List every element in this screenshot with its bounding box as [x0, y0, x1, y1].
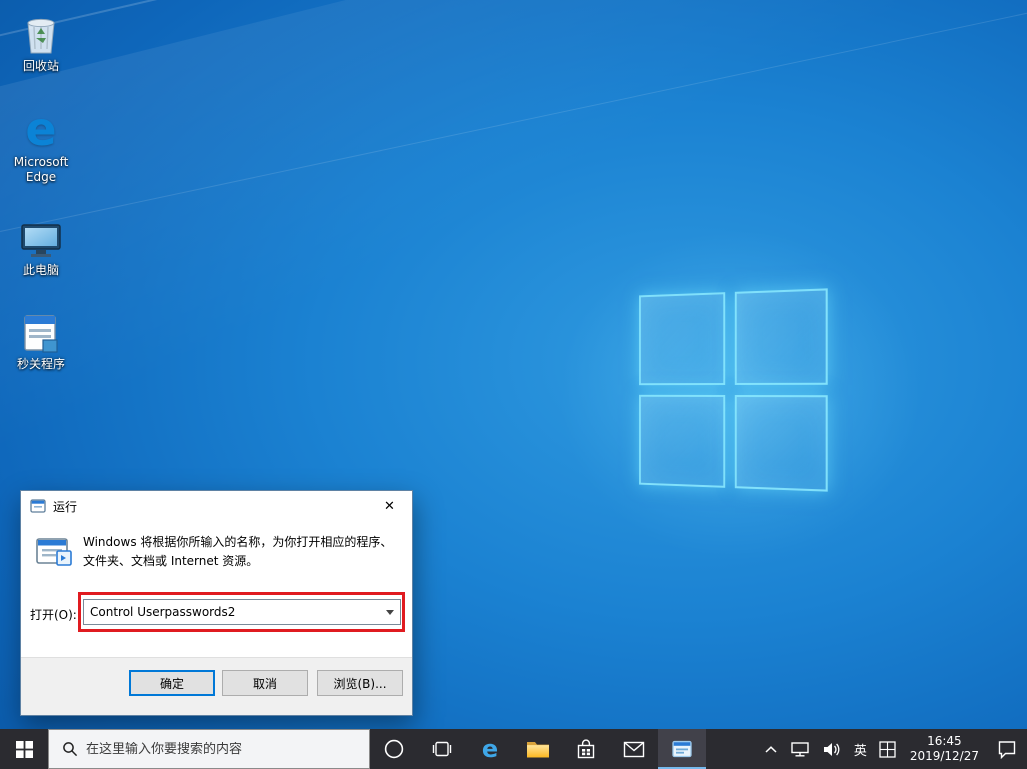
run-dialog-icon	[30, 499, 46, 513]
search-icon	[62, 741, 78, 757]
run-window-icon	[672, 740, 692, 758]
edge-icon: e	[481, 735, 499, 763]
tray-show-hidden-icons[interactable]	[758, 729, 784, 769]
notification-icon	[998, 740, 1016, 759]
search-input[interactable]	[86, 741, 369, 757]
cortana-icon	[384, 739, 404, 759]
windows-logo-pane	[639, 292, 726, 386]
cancel-button[interactable]: 取消	[222, 670, 308, 696]
volume-icon	[823, 742, 840, 756]
taskbar-active-app-run[interactable]	[658, 729, 706, 769]
tray-ime-mode-button[interactable]	[873, 729, 902, 769]
ok-button[interactable]: 确定	[129, 670, 215, 696]
tray-network-button[interactable]	[784, 729, 816, 769]
file-explorer-icon	[527, 742, 549, 758]
cortana-button[interactable]	[370, 729, 418, 769]
wallpaper-light-line	[0, 0, 1027, 49]
wallpaper-light-line	[0, 0, 1027, 232]
run-dialog: 运行 ✕ Windows 将根据你所输入的名称，为你打开相应的程序、文件夹、文档…	[20, 490, 413, 716]
mail-button[interactable]	[610, 729, 658, 769]
run-program-icon	[36, 538, 72, 566]
task-view-button[interactable]	[418, 729, 466, 769]
ime-grid-icon	[879, 740, 896, 758]
run-dialog-titlebar[interactable]: 运行 ✕	[21, 491, 412, 521]
browse-button[interactable]: 浏览(B)...	[317, 670, 403, 696]
open-combobox	[83, 599, 401, 625]
windows-logo-pane	[639, 394, 726, 488]
windows-start-icon	[15, 740, 33, 758]
wallpaper-windows-logo	[639, 288, 828, 492]
network-icon	[791, 741, 809, 757]
recycle-bin-icon	[5, 8, 77, 56]
action-center-button[interactable]	[987, 729, 1027, 769]
desktop-icon-recycle-bin[interactable]: 回收站	[5, 8, 77, 74]
taskbar: e	[0, 729, 1027, 769]
close-icon[interactable]: ✕	[367, 491, 412, 520]
this-pc-icon	[5, 212, 77, 260]
chevron-down-icon[interactable]	[380, 600, 400, 624]
chevron-up-icon	[765, 745, 777, 753]
ime-language-label: 英	[853, 743, 867, 759]
run-command-input[interactable]	[83, 599, 401, 625]
mail-icon	[623, 741, 645, 757]
tray-ime-indicator[interactable]: 英	[848, 729, 873, 769]
desktop-icon-program[interactable]: 秒关程序	[5, 306, 77, 372]
run-dialog-footer: 确定 取消 浏览(B)...	[21, 657, 412, 715]
taskbar-search-box[interactable]	[48, 729, 370, 769]
program-icon	[5, 306, 77, 354]
windows-logo-pane	[734, 395, 828, 492]
store-icon	[577, 738, 595, 758]
run-dialog-title: 运行	[53, 499, 78, 514]
edge-icon: e	[25, 102, 57, 156]
desktop-icon-this-pc[interactable]: 此电脑	[5, 212, 77, 278]
desktop-icon-label: 回收站	[22, 59, 59, 73]
clock-date: 2019/12/27	[909, 749, 979, 763]
tray-clock[interactable]: 16:45 2019/12/27	[902, 729, 987, 769]
windows-logo-pane	[734, 288, 828, 385]
wallpaper-light-beam	[0, 0, 1027, 474]
desktop-icon-edge[interactable]: e Microsoft Edge	[5, 104, 77, 185]
desktop-icon-label: 此电脑	[22, 263, 59, 277]
tray-volume-button[interactable]	[816, 729, 848, 769]
run-dialog-description: Windows 将根据你所输入的名称，为你打开相应的程序、文件夹、文档或 Int…	[83, 535, 393, 568]
task-view-icon	[432, 741, 452, 757]
desktop-icon-label: 秒关程序	[16, 357, 65, 371]
start-button[interactable]	[0, 729, 48, 769]
open-label: 打开(O):	[30, 608, 77, 622]
system-tray: 英 16:45 2019/12/27	[758, 729, 1027, 769]
desktop-icon-label: Microsoft Edge	[13, 155, 69, 184]
taskbar-edge-button[interactable]: e	[466, 729, 514, 769]
clock-time: 16:45	[927, 734, 962, 748]
store-button[interactable]	[562, 729, 610, 769]
file-explorer-button[interactable]	[514, 729, 562, 769]
